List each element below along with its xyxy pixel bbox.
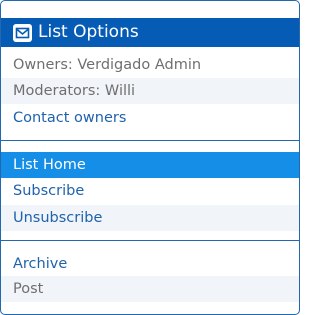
unsubscribe-link[interactable]: Unsubscribe — [1, 205, 299, 231]
moderators-text: Moderators: Willi — [1, 78, 299, 104]
archive-link[interactable]: Archive — [1, 251, 299, 277]
envelope-icon — [13, 24, 32, 42]
owners-text: Owners: Verdigado Admin — [13, 57, 202, 73]
panel-title: List Options — [38, 22, 139, 42]
contact-owners-link[interactable]: Contact owners — [1, 105, 299, 131]
section-divider — [1, 240, 299, 241]
panel-header: List Options — [1, 18, 299, 47]
post-item: Post — [1, 276, 299, 302]
subscribe-link[interactable]: Subscribe — [1, 178, 299, 204]
list-options-panel: List Options Owners: Verdigado Admin Mod… — [0, 0, 300, 315]
section-divider — [1, 140, 299, 141]
list-home-link[interactable]: List Home — [1, 152, 299, 178]
